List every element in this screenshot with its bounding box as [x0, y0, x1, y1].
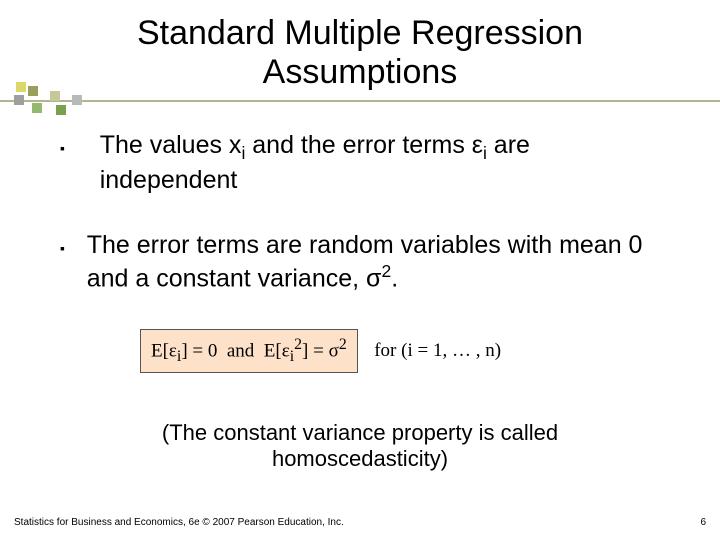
decor-square-icon — [56, 105, 66, 115]
slide: Standard Multiple Regression Assumptions… — [0, 0, 720, 540]
title-decoration — [0, 82, 720, 112]
slide-title: Standard Multiple Regression Assumptions — [0, 14, 720, 92]
bullet-text: The values xi and the error terms εi are… — [100, 130, 670, 196]
decor-square-icon — [28, 86, 38, 96]
bullet-mark-icon: ▪ — [60, 130, 100, 196]
text-fragment: . — [391, 265, 398, 293]
decor-square-icon — [14, 95, 24, 105]
slide-body: ▪ The values xi and the error terms εi a… — [60, 130, 670, 373]
formula-row: E[εi] = 0 and E[εi2] = σ2 for (i = 1, … … — [140, 329, 670, 373]
bullet-item: ▪ The values xi and the error terms εi a… — [60, 130, 670, 196]
footnote-text: (The constant variance property is calle… — [0, 420, 720, 473]
superscript: 2 — [381, 261, 391, 281]
bullet-mark-icon: ▪ — [60, 230, 87, 295]
decor-square-icon — [50, 91, 60, 101]
decor-square-icon — [16, 82, 26, 92]
formula-note: for (i = 1, … , n) — [374, 340, 501, 362]
text-fragment: The values x — [100, 131, 242, 159]
text-fragment: and the error terms ε — [245, 131, 483, 159]
formula-box: E[εi] = 0 and E[εi2] = σ2 — [140, 329, 358, 373]
title-line-1: Standard Multiple Regression — [137, 14, 583, 52]
note-line: (The constant variance property is calle… — [162, 420, 558, 445]
decor-square-icon — [72, 95, 82, 105]
page-number: 6 — [700, 517, 706, 528]
bullet-text: The error terms are random variables wit… — [87, 230, 670, 295]
footer-copyright: Statistics for Business and Economics, 6… — [14, 517, 344, 528]
horizontal-rule — [0, 100, 720, 102]
bullet-item: ▪ The error terms are random variables w… — [60, 230, 670, 295]
text-fragment: The error terms are random variables wit… — [87, 231, 643, 293]
decor-square-icon — [32, 103, 42, 113]
note-line: homoscedasticity) — [272, 446, 448, 471]
